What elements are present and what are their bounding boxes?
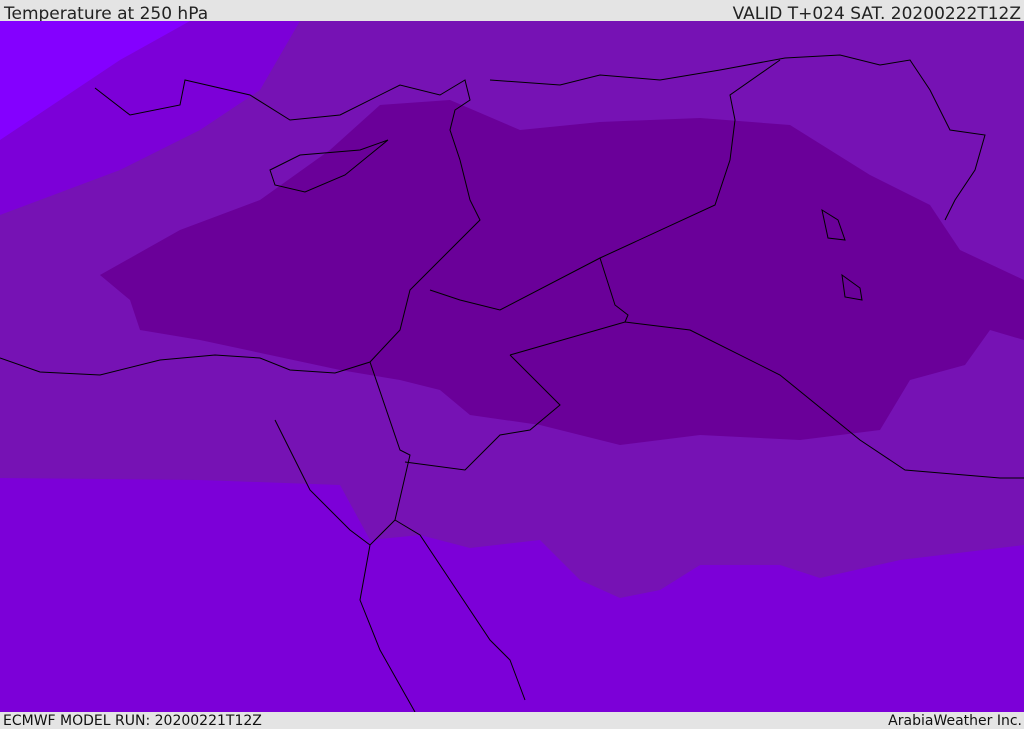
temperature-map[interactable] bbox=[0, 21, 1024, 712]
header-bar: Temperature at 250 hPa VALID T+024 SAT. … bbox=[0, 0, 1024, 24]
footer-bar: ECMWF MODEL RUN: 20200221T12Z ArabiaWeat… bbox=[0, 712, 1024, 729]
model-run: ECMWF MODEL RUN: 20200221T12Z bbox=[3, 713, 262, 729]
brand-label: ArabiaWeather Inc. bbox=[888, 713, 1022, 729]
